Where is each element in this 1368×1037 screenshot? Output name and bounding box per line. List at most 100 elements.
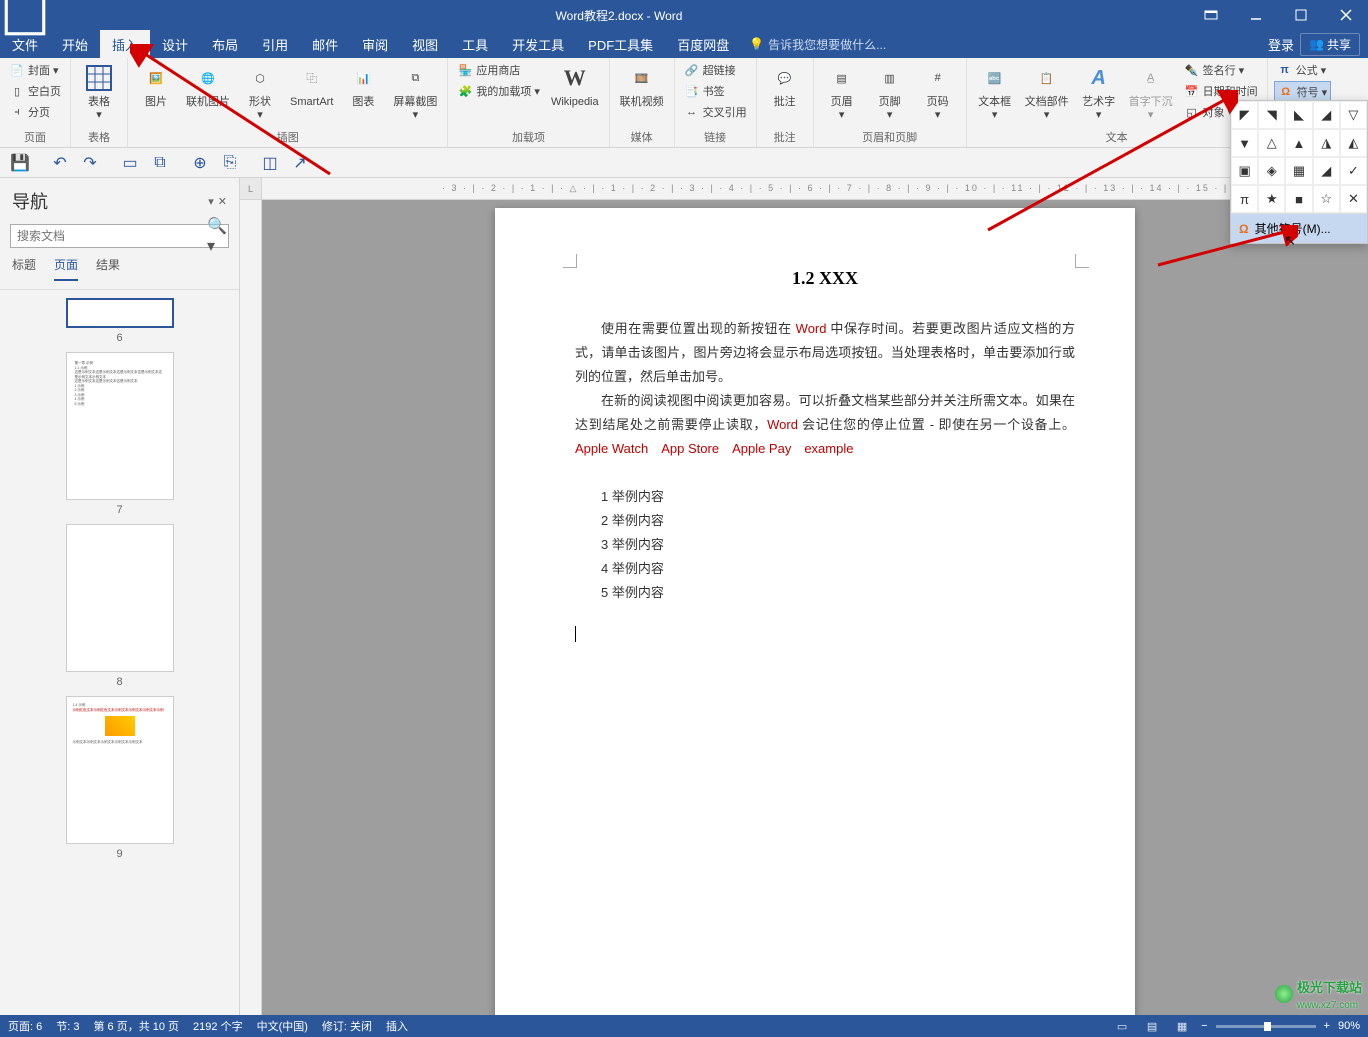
my-addins-button[interactable]: 🧩我的加载项 ▾ bbox=[454, 81, 543, 101]
blank-page-button[interactable]: ▯空白页 bbox=[6, 81, 64, 101]
wikipedia-button[interactable]: WWikipedia bbox=[547, 60, 603, 111]
symbol-cell[interactable]: ▼ bbox=[1231, 129, 1258, 157]
tab-home[interactable]: 开始 bbox=[50, 30, 100, 58]
zoom-slider[interactable] bbox=[1216, 1025, 1316, 1028]
qat-btn-6[interactable]: ↗ bbox=[290, 153, 310, 173]
nav-close-button[interactable]: ✕ bbox=[218, 195, 227, 208]
search-icon[interactable]: 🔍▾ bbox=[207, 226, 227, 246]
nav-dropdown[interactable]: ▾ bbox=[208, 195, 214, 208]
status-lang[interactable]: 中文(中国) bbox=[257, 1018, 308, 1034]
document-page[interactable]: 1.2 XXX 使用在需要位置出现的新按钮在 Word 中保存时间。若要更改图片… bbox=[495, 208, 1135, 1015]
thumb-page-9[interactable]: 1.4 示例示例红色文本示例红色文本示例文本示例文本示例文本示例示例文本示例文本… bbox=[66, 696, 174, 844]
undo-button[interactable]: ↶ bbox=[50, 153, 70, 173]
zoom-level[interactable]: 90% bbox=[1338, 1020, 1360, 1032]
share-button[interactable]: 👥 共享 bbox=[1300, 33, 1360, 56]
thumb-page-7[interactable]: 第一章 示例1.1 示例这是示例文本这是示例文本这是示例文本这是示例文本这是示例… bbox=[66, 352, 174, 500]
online-picture-button[interactable]: 🌐联机图片 bbox=[182, 60, 234, 111]
bookmark-button[interactable]: 📑书签 bbox=[681, 81, 750, 101]
dropcap-button[interactable]: A̲首字下沉▾ bbox=[1125, 60, 1177, 124]
symbol-cell[interactable]: ✓ bbox=[1340, 157, 1367, 185]
symbol-cell[interactable]: ◥ bbox=[1258, 101, 1285, 129]
symbol-cell[interactable]: ◢ bbox=[1313, 101, 1340, 129]
tab-insert[interactable]: 插入 bbox=[100, 30, 150, 58]
symbol-cell[interactable]: ▣ bbox=[1231, 157, 1258, 185]
status-section[interactable]: 节: 3 bbox=[56, 1018, 79, 1034]
status-pages[interactable]: 第 6 页，共 10 页 bbox=[93, 1018, 179, 1034]
symbol-cell[interactable]: ◤ bbox=[1231, 101, 1258, 129]
zoom-in[interactable]: + bbox=[1324, 1020, 1330, 1032]
smartart-button[interactable]: ⿻SmartArt bbox=[286, 60, 337, 111]
status-mode[interactable]: 插入 bbox=[386, 1018, 408, 1034]
view-print-layout[interactable]: ▤ bbox=[1141, 1017, 1163, 1035]
qat-btn-4[interactable]: ⎘ bbox=[220, 153, 240, 173]
qat-btn-1[interactable]: ▭ bbox=[120, 153, 140, 173]
symbol-cell[interactable]: ✕ bbox=[1340, 185, 1367, 213]
tab-file[interactable]: 文件 bbox=[0, 30, 50, 58]
hyperlink-button[interactable]: 🔗超链接 bbox=[681, 60, 750, 80]
ribbon-display-options-icon[interactable] bbox=[1188, 0, 1233, 30]
picture-button[interactable]: 🖼️图片 bbox=[134, 60, 178, 111]
nav-search-input[interactable] bbox=[10, 224, 229, 248]
qat-btn-3[interactable]: ⊕ bbox=[190, 153, 210, 173]
tab-view[interactable]: 视图 bbox=[400, 30, 450, 58]
nav-tab-pages[interactable]: 页面 bbox=[54, 256, 78, 281]
maximize-button[interactable] bbox=[1278, 0, 1323, 30]
page-break-button[interactable]: ⫞分页 bbox=[6, 102, 64, 122]
tab-tools[interactable]: 工具 bbox=[450, 30, 500, 58]
symbol-cell[interactable]: ☆ bbox=[1313, 185, 1340, 213]
tab-layout[interactable]: 布局 bbox=[200, 30, 250, 58]
symbol-cell[interactable]: ◭ bbox=[1340, 129, 1367, 157]
status-track[interactable]: 修订: 关闭 bbox=[322, 1018, 372, 1034]
close-button[interactable] bbox=[1323, 0, 1368, 30]
status-page[interactable]: 页面: 6 bbox=[8, 1018, 42, 1034]
symbol-cell[interactable]: ◈ bbox=[1258, 157, 1285, 185]
symbol-cell[interactable]: ◣ bbox=[1285, 101, 1312, 129]
shapes-button[interactable]: ⬡形状▾ bbox=[238, 60, 282, 124]
symbol-cell[interactable]: ★ bbox=[1258, 185, 1285, 213]
symbol-cell[interactable]: ▦ bbox=[1285, 157, 1312, 185]
crossref-button[interactable]: ↔交叉引用 bbox=[681, 102, 750, 122]
screenshot-button[interactable]: ⧉屏幕截图▾ bbox=[389, 60, 441, 124]
symbol-cell[interactable]: π bbox=[1231, 185, 1258, 213]
comment-button[interactable]: 💬批注 bbox=[763, 60, 807, 111]
footer-button[interactable]: ▥页脚▾ bbox=[868, 60, 912, 124]
login-link[interactable]: 登录 bbox=[1268, 35, 1294, 54]
symbol-cell[interactable]: ■ bbox=[1285, 185, 1312, 213]
more-symbols-item[interactable]: Ω 其他符号(M)... bbox=[1231, 213, 1367, 243]
parts-button[interactable]: 📋文档部件▾ bbox=[1021, 60, 1073, 124]
zoom-out[interactable]: − bbox=[1201, 1020, 1207, 1032]
tab-review[interactable]: 审阅 bbox=[350, 30, 400, 58]
tab-mailings[interactable]: 邮件 bbox=[300, 30, 350, 58]
textbox-button[interactable]: 🔤文本框▾ bbox=[973, 60, 1017, 124]
view-read-mode[interactable]: ▭ bbox=[1111, 1017, 1133, 1035]
qat-btn-2[interactable]: ⧉ bbox=[150, 153, 170, 173]
header-button[interactable]: ▤页眉▾ bbox=[820, 60, 864, 124]
cover-page-button[interactable]: 📄封面 ▾ bbox=[6, 60, 64, 80]
symbol-cell[interactable]: ▲ bbox=[1285, 129, 1312, 157]
wordart-button[interactable]: A艺术字▾ bbox=[1077, 60, 1121, 124]
tab-baidu[interactable]: 百度网盘 bbox=[665, 30, 741, 58]
table-button[interactable]: 表格▾ bbox=[77, 60, 121, 124]
tell-me-box[interactable]: 💡 告诉我您想要做什么... bbox=[749, 36, 886, 53]
signature-button[interactable]: ✒️签名行 ▾ bbox=[1181, 60, 1261, 80]
nav-tab-results[interactable]: 结果 bbox=[96, 256, 120, 281]
symbol-cell[interactable]: ◮ bbox=[1313, 129, 1340, 157]
status-words[interactable]: 2192 个字 bbox=[193, 1018, 243, 1034]
online-video-button[interactable]: 🎞️联机视频 bbox=[616, 60, 668, 111]
minimize-button[interactable] bbox=[1233, 0, 1278, 30]
symbol-cell[interactable]: ▽ bbox=[1340, 101, 1367, 129]
equation-button[interactable]: π公式 ▾ bbox=[1274, 60, 1332, 80]
symbol-cell[interactable]: ◢ bbox=[1313, 157, 1340, 185]
tab-pdf[interactable]: PDF工具集 bbox=[576, 30, 665, 58]
chart-button[interactable]: 📊图表 bbox=[341, 60, 385, 111]
page-number-button[interactable]: #页码▾ bbox=[916, 60, 960, 124]
thumb-page-8[interactable] bbox=[66, 524, 174, 672]
datetime-button[interactable]: 📅日期和时间 bbox=[1181, 81, 1261, 101]
qat-btn-5[interactable]: ◫ bbox=[260, 153, 280, 173]
nav-tab-headings[interactable]: 标题 bbox=[12, 256, 36, 281]
tab-references[interactable]: 引用 bbox=[250, 30, 300, 58]
view-web-layout[interactable]: ▦ bbox=[1171, 1017, 1193, 1035]
tab-design[interactable]: 设计 bbox=[150, 30, 200, 58]
store-button[interactable]: 🏪应用商店 bbox=[454, 60, 543, 80]
save-button[interactable]: 💾 bbox=[10, 153, 30, 173]
